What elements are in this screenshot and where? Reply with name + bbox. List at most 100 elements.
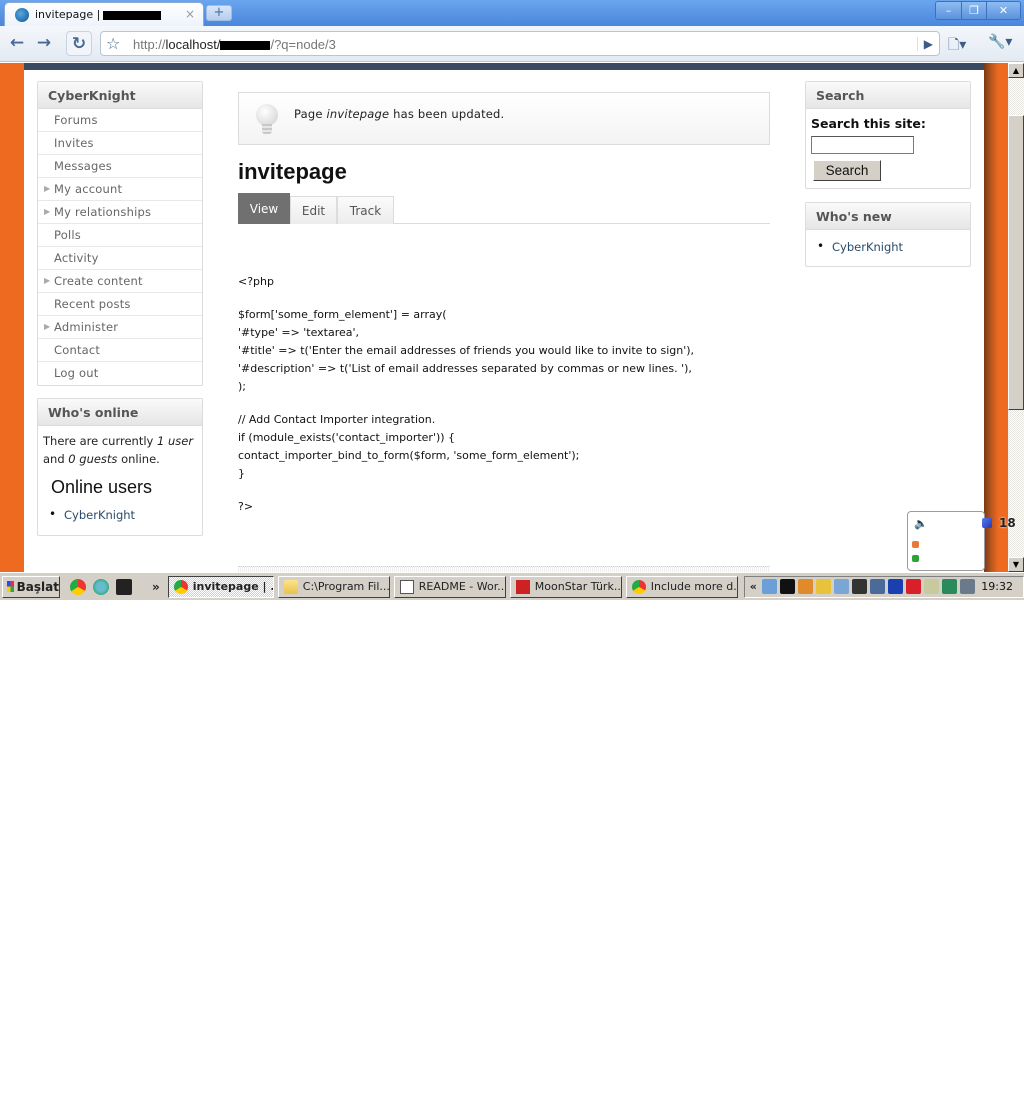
page-background-right [984, 63, 1008, 572]
start-button[interactable]: Başlat [2, 575, 60, 598]
widget-count: 18 [999, 516, 1016, 530]
search-label: Search this site: [811, 116, 926, 131]
page-background-left [0, 63, 24, 572]
browser-titlebar: invitepage | × + – ❐ ✕ [0, 0, 1024, 26]
tab-track[interactable]: Track [337, 196, 394, 224]
nav-item-create-content[interactable]: ▶ Create content [38, 270, 202, 293]
online-user-link[interactable]: CyberKnight [49, 507, 202, 522]
nav-item-my-relationships[interactable]: ▶ My relationships [38, 201, 202, 224]
taskbar-item-moonstar[interactable]: MoonStar Türk... [509, 575, 622, 598]
taskbar-item-invitepage[interactable]: invitepage | ... [167, 575, 274, 598]
nav-item-recent-posts[interactable]: Recent posts [38, 293, 202, 316]
messenger-quicklaunch-icon[interactable] [93, 578, 109, 595]
redacted-text [103, 10, 162, 20]
chrome-quicklaunch-icon[interactable] [70, 578, 86, 595]
nav-item-label: Create content [54, 274, 143, 288]
tab-title: invitepage | [35, 8, 162, 21]
notepad-icon [399, 579, 414, 594]
code-line: '#description' => t('List of email addre… [238, 362, 692, 375]
windows-logo-icon [7, 581, 14, 592]
tab-view[interactable]: View [238, 193, 290, 224]
java-icon[interactable] [797, 579, 813, 594]
nav-item-my-account[interactable]: ▶ My account [38, 178, 202, 201]
minimize-button[interactable]: – [936, 2, 961, 19]
taskbar-item-include-more[interactable]: Include more d... [625, 575, 738, 598]
whos-online-block: Who's online There are currently 1 user … [37, 398, 203, 536]
security-shield-icon[interactable] [815, 579, 831, 594]
online-summary: There are currently 1 user and 0 guests … [43, 434, 194, 466]
user-navigation-block: CyberKnight Forums Invites Messages ▶ My … [37, 81, 203, 386]
nav-item-label: Forums [54, 113, 98, 127]
media-quicklaunch-icon[interactable] [116, 578, 132, 595]
taskbar-item-readme[interactable]: README - Wor... [393, 575, 506, 598]
new-user-link[interactable]: CyberKnight [817, 239, 970, 254]
close-window-button[interactable]: ✕ [986, 2, 1020, 19]
search-input[interactable] [811, 136, 914, 154]
chrome-icon [173, 579, 188, 594]
quicklaunch-more-button[interactable]: » [152, 580, 160, 594]
scrollbar-thumb[interactable] [1008, 114, 1024, 410]
search-button[interactable]: Search [813, 160, 881, 181]
console-icon[interactable] [779, 579, 795, 594]
address-bar[interactable]: ☆ http://localhost//?q=node/3 ▶ [100, 31, 940, 56]
forward-button[interactable]: → [31, 31, 57, 56]
temperature-icon[interactable] [851, 579, 867, 594]
code-line: } [238, 467, 245, 480]
nav-item-label: Recent posts [54, 297, 131, 311]
whos-new-title: Who's new [806, 203, 970, 230]
desktop-widget[interactable]: 🔈 18 [907, 511, 1016, 571]
vertical-scrollbar[interactable]: ▲ ▼ [1008, 63, 1024, 572]
tray-expand-button[interactable]: « [750, 580, 757, 593]
nav-item-label: Activity [54, 251, 99, 265]
nav-item-label: Polls [54, 228, 81, 242]
scroll-down-button[interactable]: ▼ [1008, 557, 1024, 572]
nav-item-polls[interactable]: Polls [38, 224, 202, 247]
display-icon[interactable] [941, 579, 957, 594]
nav-item-label: My account [54, 182, 123, 196]
code-line: ?> [238, 500, 254, 513]
reload-button[interactable]: ↻ [66, 31, 92, 56]
taskbar-item-program-files[interactable]: C:\Program Fil... [277, 575, 390, 598]
usb-device-icon[interactable] [923, 579, 939, 594]
bookmark-star-icon[interactable]: ☆ [106, 34, 120, 53]
nav-item-messages[interactable]: Messages [38, 155, 202, 178]
new-tab-button[interactable]: + [206, 5, 232, 21]
nav-item-administer[interactable]: ▶ Administer [38, 316, 202, 339]
start-label: Başlat [16, 579, 59, 594]
tab-close-icon[interactable]: × [185, 7, 195, 21]
whos-online-title: Who's online [38, 399, 202, 426]
user-status-icon[interactable] [833, 579, 849, 594]
lightbulb-icon [256, 104, 278, 126]
antivirus-icon[interactable] [905, 579, 921, 594]
nav-item-label: Messages [54, 159, 112, 173]
code-line: $form['some_form_element'] = array( [238, 308, 447, 321]
bluetooth-icon[interactable] [887, 579, 903, 594]
nav-item-log-out[interactable]: Log out [38, 362, 202, 385]
new-users-list: CyberKnight [806, 230, 970, 254]
code-line: if (module_exists('contact_importer')) { [238, 431, 456, 444]
url-text[interactable]: http://localhost//?q=node/3 [133, 37, 336, 52]
code-line: '#title' => t('Enter the email addresses… [238, 344, 695, 357]
page-menu-icon[interactable]: 🗋▾ [948, 34, 966, 58]
wireless-icon[interactable] [869, 579, 885, 594]
expand-arrow-icon: ▶ [44, 276, 51, 285]
nav-item-forums[interactable]: Forums [38, 109, 202, 132]
network-disconnected-icon[interactable] [761, 579, 777, 594]
go-icon[interactable]: ▶ [916, 37, 933, 51]
scroll-up-button[interactable]: ▲ [1008, 63, 1024, 78]
windows-taskbar: Başlat » invitepage | ... C:\Program Fil… [0, 572, 1024, 600]
restore-button[interactable]: ❐ [961, 2, 986, 19]
back-button[interactable]: ← [4, 31, 30, 56]
wrench-menu-icon[interactable]: 🔧▾ [988, 34, 1012, 50]
network-icon [982, 518, 992, 528]
monitor-icon[interactable] [959, 579, 975, 594]
nav-item-invites[interactable]: Invites [38, 132, 202, 155]
expand-arrow-icon: ▶ [44, 322, 51, 331]
speaker-icon: 🔈 [914, 517, 928, 530]
moonstar-icon [515, 579, 530, 594]
browser-tab[interactable]: invitepage | × [4, 2, 204, 26]
nav-item-contact[interactable]: Contact [38, 339, 202, 362]
nav-item-activity[interactable]: Activity [38, 247, 202, 270]
tab-edit[interactable]: Edit [290, 196, 337, 224]
clock[interactable]: 19:32 [981, 580, 1013, 593]
